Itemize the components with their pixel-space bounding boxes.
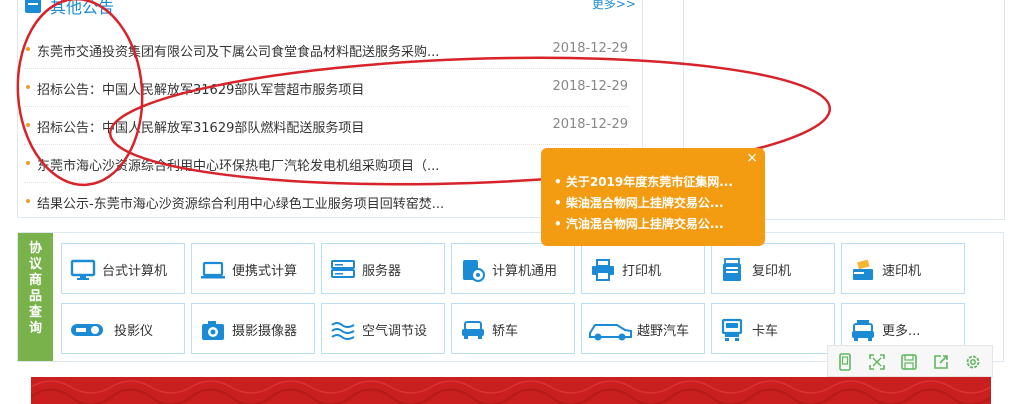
- category-label: 协 议 商 品 查 询: [18, 233, 53, 361]
- popup-list: • 关于2019年度东莞市征集网... • 柴油混合物网上挂牌交易公... • …: [554, 172, 733, 235]
- bullet-dot: [26, 123, 30, 127]
- phone-view-icon[interactable]: [836, 353, 854, 371]
- laptop-icon: [201, 261, 225, 279]
- label-char: 查: [28, 305, 42, 320]
- category-label-text: 复印机: [752, 264, 792, 279]
- computer-general-icon: [463, 260, 485, 282]
- category-label-text: 更多...: [882, 324, 921, 339]
- cloud-pattern: [31, 380, 991, 404]
- bullet-dot: [26, 161, 30, 165]
- popup-link[interactable]: • 汽油混合物网上挂牌交易公...: [554, 214, 733, 235]
- close-icon[interactable]: ×: [746, 150, 758, 166]
- truck-icon: [721, 318, 743, 341]
- air-conditioner-icon: [331, 322, 355, 340]
- announcement-link[interactable]: 结果公示-东莞市海心沙资源综合利用中心绿色工业服务项目回转窑焚...: [37, 193, 444, 212]
- category-laptop[interactable]: 便携式计算: [191, 243, 315, 294]
- suv-icon: [589, 324, 632, 341]
- sedan-icon: [462, 321, 484, 339]
- announcement-link[interactable]: 招标公告：中国人民解放军31629部队军营超市服务项目: [37, 79, 364, 98]
- category-label-text: 服务器: [362, 264, 402, 279]
- duplicator-icon: [853, 259, 873, 280]
- floating-toolbar: [827, 345, 993, 377]
- category-label-text: 摄影摄像器: [232, 324, 298, 339]
- printer-icon: [592, 259, 614, 281]
- category-label-text: 投影仪: [114, 324, 154, 339]
- save-icon[interactable]: [900, 353, 918, 371]
- page: 其他公告 更多>> 东莞市交通投资集团有限公司及下属公司食堂食品材料配送服务采购…: [0, 0, 1018, 404]
- share-icon[interactable]: [932, 353, 950, 371]
- notification-popup: × • 关于2019年度东莞市征集网... • 柴油混合物网上挂牌交易公... …: [541, 148, 765, 246]
- announcement-date: 2018-12-29: [552, 117, 628, 132]
- category-duplicator[interactable]: 速印机: [841, 243, 965, 294]
- category-printer[interactable]: 打印机: [581, 243, 705, 294]
- announcement-link[interactable]: 招标公告：中国人民解放军31629部队燃料配送服务项目: [37, 117, 364, 136]
- category-air-conditioner[interactable]: 空气调节设: [321, 303, 445, 354]
- desktop-icon: [70, 259, 96, 280]
- label-char: 议: [28, 257, 42, 272]
- popup-link[interactable]: • 柴油混合物网上挂牌交易公...: [554, 193, 733, 214]
- agreement-product-query-panel: 协 议 商 品 查 询 台式计算机 便携式计算 服务器 计算机通用 打印机 复印…: [17, 232, 1004, 362]
- more-vehicle-icon: [852, 320, 874, 341]
- category-label-text: 速印机: [882, 264, 922, 279]
- list-item[interactable]: 招标公告：中国人民解放军31629部队燃料配送服务项目 2018-12-29: [24, 107, 628, 145]
- category-sedan[interactable]: 轿车: [451, 303, 575, 354]
- category-label-text: 越野汽车: [637, 324, 690, 339]
- fullscreen-icon[interactable]: [868, 353, 886, 371]
- category-desktop[interactable]: 台式计算机: [61, 243, 185, 294]
- announcement-date: 2018-12-29: [552, 79, 628, 94]
- category-label-text: 轿车: [492, 324, 519, 339]
- category-projector[interactable]: 投影仪: [61, 303, 185, 354]
- bullet-dot: [26, 199, 30, 203]
- category-label-text: 卡车: [752, 324, 779, 339]
- category-label-text: 打印机: [622, 264, 662, 279]
- list-item[interactable]: 结果公示-东莞市海心沙资源综合利用中心绿色工业服务项目回转窑焚...: [24, 183, 628, 221]
- projector-icon: [71, 324, 103, 336]
- category-truck[interactable]: 卡车: [711, 303, 835, 354]
- announcement-link[interactable]: 东莞市海心沙资源综合利用中心环保热电厂汽轮发电机组采购项目（...: [37, 155, 439, 174]
- category-server[interactable]: 服务器: [321, 243, 445, 294]
- camera-icon: [202, 321, 224, 340]
- copier-icon: [723, 258, 741, 281]
- document-icon: [25, 0, 41, 13]
- label-char: 询: [28, 321, 42, 336]
- label-char: 品: [28, 289, 42, 304]
- red-banner: [31, 377, 991, 404]
- announcement-date: 2018-12-29: [552, 41, 628, 56]
- announcement-link[interactable]: 东莞市交通投资集团有限公司及下属公司食堂食品材料配送服务采购...: [37, 41, 439, 60]
- label-char: 协: [28, 241, 42, 256]
- more-link[interactable]: 更多>>: [592, 0, 636, 12]
- category-copier[interactable]: 复印机: [711, 243, 835, 294]
- category-computer-general[interactable]: 计算机通用: [451, 243, 575, 294]
- panel-header: 其他公告 更多>>: [18, 0, 642, 19]
- server-icon: [331, 260, 355, 278]
- category-label-text: 便携式计算: [232, 264, 298, 279]
- popup-link[interactable]: • 关于2019年度东莞市征集网...: [554, 172, 733, 193]
- label-char: 商: [28, 273, 42, 288]
- list-item[interactable]: 东莞市交通投资集团有限公司及下属公司食堂食品材料配送服务采购... 2018-1…: [24, 31, 628, 69]
- category-label-text: 计算机通用: [492, 264, 558, 279]
- category-label-text: 空气调节设: [362, 324, 428, 339]
- bullet-dot: [26, 85, 30, 89]
- category-camera[interactable]: 摄影摄像器: [191, 303, 315, 354]
- list-item[interactable]: 招标公告：中国人民解放军31629部队军营超市服务项目 2018-12-29: [24, 69, 628, 107]
- list-item[interactable]: 东莞市海心沙资源综合利用中心环保热电厂汽轮发电机组采购项目（...: [24, 145, 628, 183]
- category-suv[interactable]: 越野汽车: [581, 303, 705, 354]
- bullet-dot: [26, 47, 30, 51]
- settings-icon[interactable]: [964, 353, 982, 371]
- category-label-text: 台式计算机: [102, 264, 168, 279]
- panel-title: 其他公告: [50, 0, 115, 17]
